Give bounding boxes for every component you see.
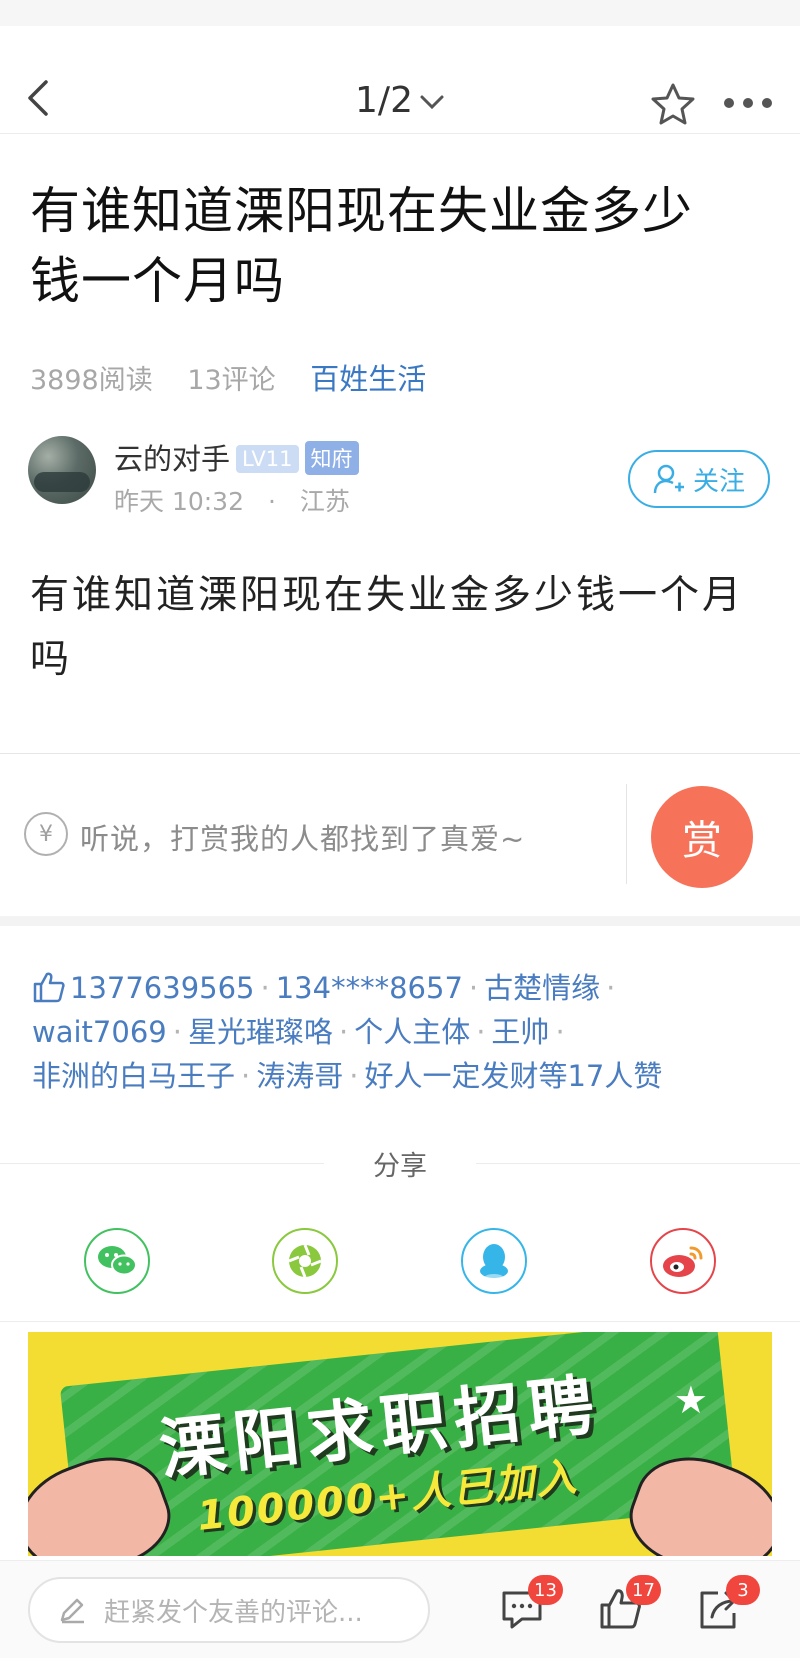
bottom-bar: 赶紧发个友善的评论... 13 17 3 (0, 1560, 800, 1658)
divider (626, 784, 627, 884)
thumbs-up-icon (33, 972, 65, 1003)
share-count-badge: 3 (726, 1575, 760, 1605)
moments-icon[interactable] (272, 1228, 338, 1294)
add-user-icon (653, 464, 684, 494)
level-badge: LV11 (236, 445, 299, 473)
post-body-line: 有谁知道溧阳现在失业金多少钱一个月 (30, 573, 745, 618)
comment-placeholder: 赶紧发个友善的评论... (104, 1597, 363, 1628)
likes-suffix: 等17人赞 (538, 1059, 663, 1093)
qq-icon[interactable] (461, 1228, 527, 1294)
promo-banner[interactable]: 溧阳求职招聘 100000+人已加入 ★ (28, 1332, 772, 1556)
pencil-icon (60, 1598, 84, 1624)
follow-button[interactable]: 关注 (628, 450, 770, 508)
like-user[interactable]: 个人主体 (354, 1015, 470, 1049)
follow-label: 关注 (692, 466, 745, 497)
post-title-line: 钱一个月吗 (30, 252, 285, 310)
comment-count-badge: 13 (528, 1575, 563, 1605)
title-badge: 知府 (304, 441, 359, 475)
star-icon[interactable] (650, 82, 696, 126)
like-user[interactable]: 涛涛哥 (256, 1059, 343, 1093)
post-body: 有谁知道溧阳现在失业金多少钱一个月 吗 (0, 530, 800, 754)
nav-bar: 1/2 (0, 26, 800, 134)
separator: · (267, 487, 276, 516)
comment-count: 13评论 (187, 365, 276, 396)
author-name[interactable]: 云的对手 (114, 442, 230, 476)
author-block: 云的对手 LV11 知府 昨天 10:32 · 江苏 关注 (0, 396, 800, 530)
status-bar (0, 0, 800, 26)
separator: · (555, 1015, 565, 1049)
author-time-row: 昨天 10:32 · 江苏 (114, 482, 350, 518)
post-title: 有谁知道溧阳现在失业金多少 钱一个月吗 (0, 134, 800, 322)
category-link[interactable]: 百姓生活 (310, 362, 426, 396)
separator: · (241, 1059, 251, 1093)
author-name-row: 云的对手 LV11 知府 (114, 436, 359, 478)
post-meta: 3898阅读 13评论 百姓生活 (0, 322, 800, 396)
chevron-down-icon (420, 95, 444, 110)
post-time: 昨天 10:32 (114, 487, 244, 516)
like-user[interactable]: 星光璀璨咯 (188, 1015, 333, 1049)
like-user[interactable]: 古楚情缘 (484, 971, 600, 1005)
page-indicator-label: 1/2 (355, 80, 413, 121)
reward-button[interactable]: 赏 (651, 786, 753, 888)
more-icon[interactable] (722, 96, 774, 110)
share-label: 分享 (373, 1151, 427, 1182)
separator: · (349, 1059, 359, 1093)
like-user[interactable]: 1377639565 (70, 971, 255, 1005)
separator: · (606, 971, 616, 1005)
separator: · (338, 1015, 349, 1049)
like-user[interactable]: 王帅 (491, 1015, 549, 1049)
likes-list: 1377639565 · 134****8657 · 古楚情缘 · wait7069 · 星光… (0, 926, 800, 1136)
like-user[interactable]: wait7069 (32, 1015, 167, 1049)
like-user[interactable]: 好人一定发财 (364, 1059, 538, 1093)
weibo-icon[interactable] (650, 1228, 716, 1294)
like-user[interactable]: 非洲的白马王子 (32, 1059, 235, 1093)
post-title-line: 有谁知道溧阳现在失业金多少 (30, 182, 693, 240)
reward-prompt: 听说，打赏我的人都找到了真爱~ (80, 822, 526, 856)
view-count: 3898阅读 (30, 365, 153, 396)
reward-section: ¥ 听说，打赏我的人都找到了真爱~ 赏 (0, 754, 800, 926)
separator: · (468, 971, 479, 1005)
like-user[interactable]: 134****8657 (276, 971, 463, 1005)
share-row (0, 1192, 800, 1322)
comment-input[interactable]: 赶紧发个友善的评论... (28, 1577, 430, 1643)
like-count-badge: 17 (626, 1575, 661, 1605)
yen-icon: ¥ (24, 812, 68, 856)
post-body-line: 吗 (30, 637, 73, 682)
separator: · (172, 1015, 182, 1049)
avatar[interactable] (28, 436, 96, 504)
separator: · (260, 971, 270, 1005)
share-header: 分享 (0, 1136, 800, 1192)
separator: · (476, 1015, 486, 1049)
star-icon: ★ (673, 1378, 708, 1422)
wechat-icon[interactable] (84, 1228, 150, 1294)
author-location: 江苏 (299, 487, 350, 516)
